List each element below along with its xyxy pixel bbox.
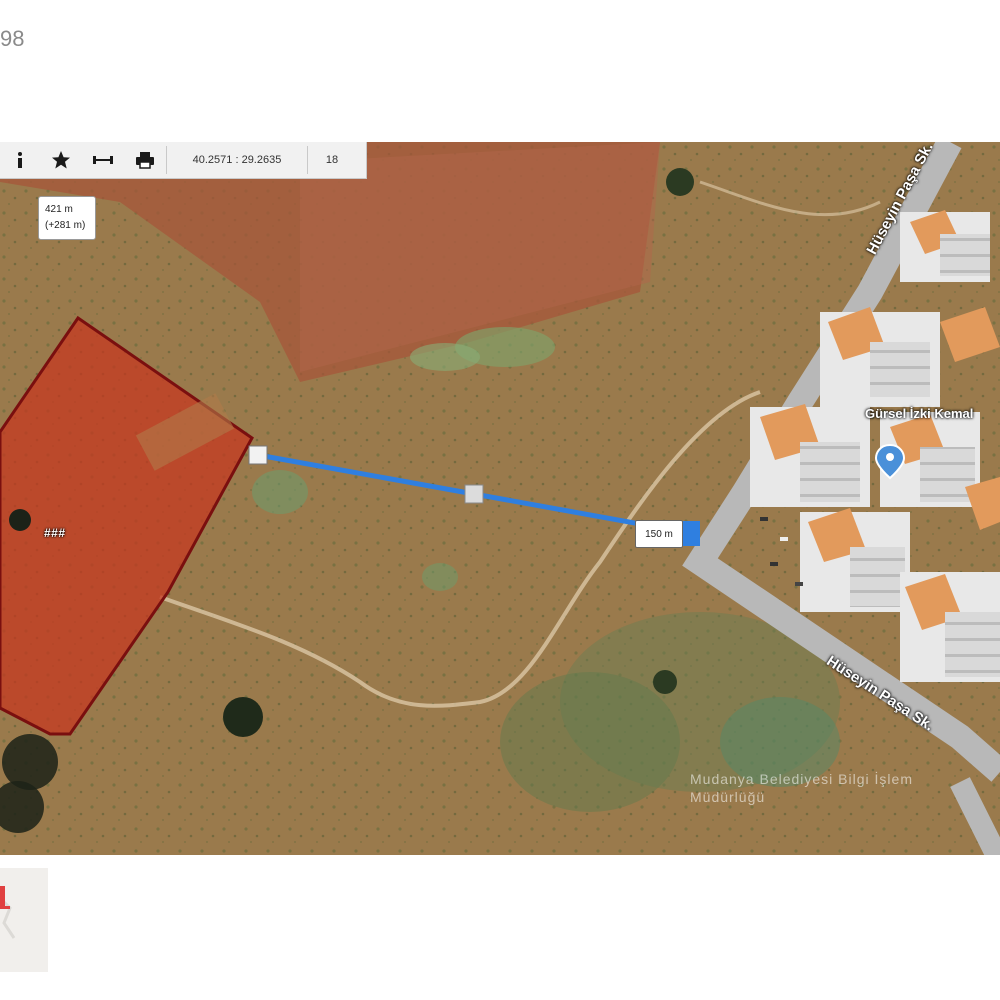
- coordinate-readout: 40.2571 : 29.2635: [192, 154, 282, 166]
- map-canvas[interactable]: [0, 142, 1000, 855]
- elevation-tooltip: 421 m (+281 m): [38, 196, 96, 240]
- print-icon: [136, 152, 154, 169]
- distance-label: 150 m: [635, 520, 683, 548]
- info-button[interactable]: [0, 142, 40, 178]
- print-button[interactable]: [124, 142, 166, 178]
- elevation-value: 421 m: [45, 204, 73, 215]
- measure-button[interactable]: [82, 142, 124, 178]
- map-pin-icon: [0, 868, 48, 972]
- map-toolbar: 40.2571 : 29.2635 18: [0, 142, 367, 179]
- map-watermark: Mudanya Belediyesi Bilgi İşlem Müdürlüğü: [690, 771, 913, 805]
- measure-start-handle[interactable]: [248, 445, 268, 465]
- star-icon: [52, 151, 70, 169]
- poi-label: Gürsel İzki Kemal: [865, 406, 974, 421]
- measure-mid-handle[interactable]: [464, 484, 484, 504]
- zoom-level: 18: [325, 154, 339, 166]
- page-number: 98: [0, 26, 25, 51]
- satellite-imagery: [0, 142, 1000, 855]
- favorite-button[interactable]: [40, 142, 82, 178]
- minimap-thumbnail[interactable]: [0, 868, 48, 972]
- measure-icon: [93, 156, 113, 164]
- elevation-difference: (+281 m): [45, 220, 86, 231]
- info-icon: [18, 152, 22, 168]
- parcel-label: ###: [44, 526, 66, 540]
